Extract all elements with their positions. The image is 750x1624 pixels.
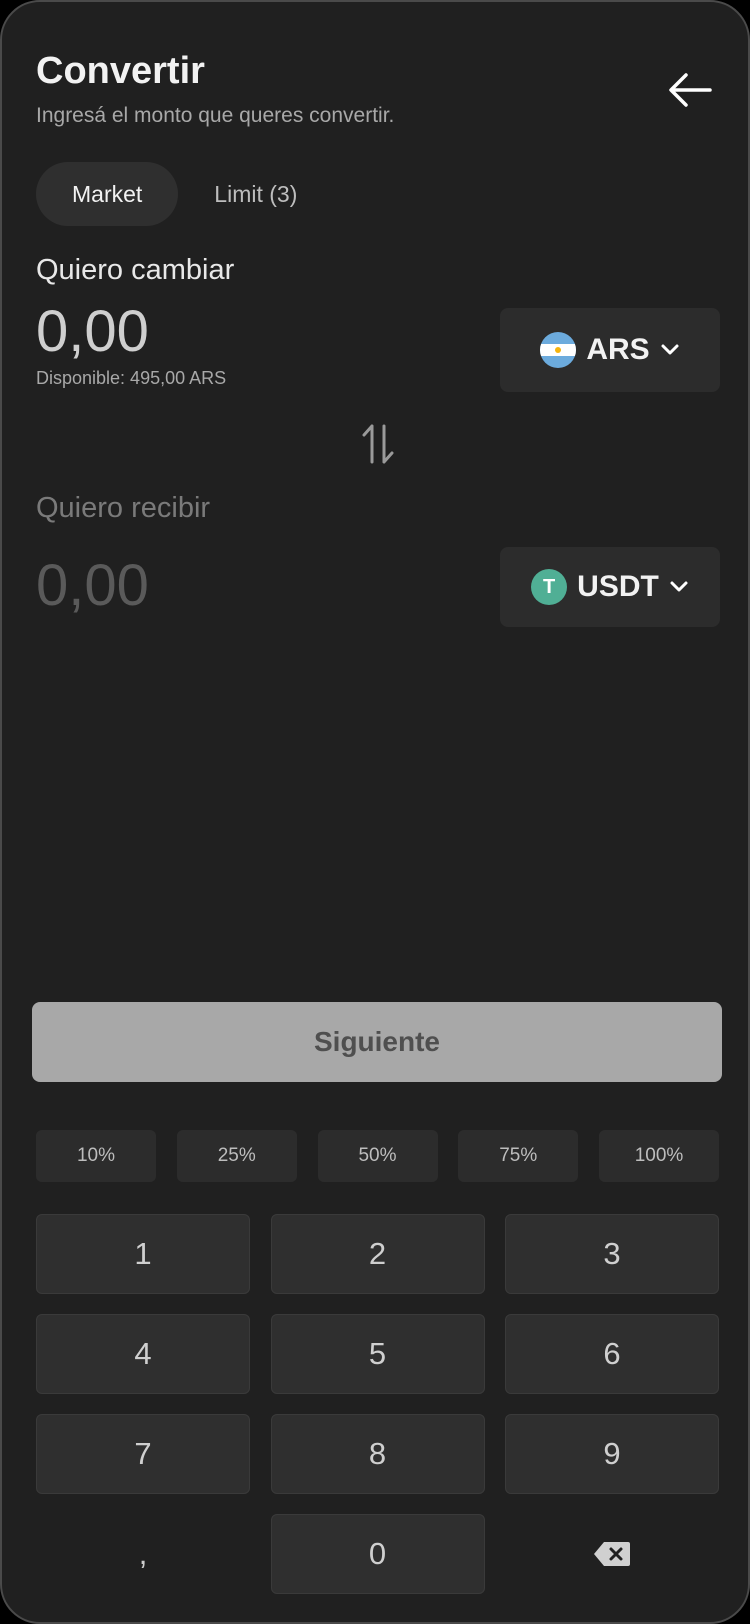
send-amount-input[interactable]: 0,00	[36, 298, 149, 365]
tab-market[interactable]: Market	[36, 162, 179, 226]
chevron-down-icon	[670, 581, 688, 592]
send-currency-code: ARS	[586, 333, 650, 366]
swap-vertical-icon	[362, 424, 394, 464]
key-1[interactable]: 1	[36, 1214, 250, 1294]
key-4[interactable]: 4	[36, 1314, 250, 1394]
percent-50-button[interactable]: 50%	[317, 1130, 438, 1182]
receive-amount-input[interactable]: 0,00	[36, 552, 149, 619]
back-button[interactable]	[662, 62, 718, 118]
percent-75-button[interactable]: 75%	[458, 1130, 579, 1182]
key-9[interactable]: 9	[505, 1414, 719, 1494]
tab-limit[interactable]: Limit (3)	[178, 162, 333, 226]
argentina-flag-icon	[540, 332, 577, 368]
available-balance: Disponible: 495,00 ARS	[36, 368, 227, 388]
arrow-left-icon	[669, 73, 712, 107]
backspace-button[interactable]	[505, 1514, 719, 1594]
receive-currency-selector[interactable]: T USDT	[500, 547, 720, 627]
receive-label: Quiero recibir	[36, 492, 211, 524]
send-currency-selector[interactable]: ARS	[500, 308, 720, 392]
swap-button[interactable]	[360, 420, 396, 468]
percent-100-button[interactable]: 100%	[599, 1130, 719, 1182]
backspace-icon	[594, 1542, 630, 1566]
numeric-keypad: 1 2 3 4 5 6 7 8 9 , 0	[36, 1214, 719, 1614]
page-subtitle: Ingresá el monto que queres convertir.	[36, 104, 395, 127]
order-type-tabs: Market Limit (3)	[36, 162, 333, 226]
key-decimal[interactable]: ,	[36, 1514, 250, 1594]
key-5[interactable]: 5	[270, 1314, 485, 1394]
convert-screen: Convertir Ingresá el monto que queres co…	[0, 0, 750, 1624]
key-6[interactable]: 6	[505, 1314, 719, 1394]
next-button[interactable]: Siguiente	[32, 1002, 722, 1082]
chevron-down-icon	[661, 344, 679, 355]
key-0[interactable]: 0	[270, 1514, 485, 1594]
percent-10-button[interactable]: 10%	[36, 1130, 156, 1182]
page-title: Convertir	[36, 50, 205, 92]
percent-buttons: 10% 25% 50% 75% 100%	[36, 1130, 719, 1182]
send-label: Quiero cambiar	[36, 254, 235, 286]
key-2[interactable]: 2	[270, 1214, 485, 1294]
tether-icon: T	[531, 569, 568, 605]
key-3[interactable]: 3	[505, 1214, 719, 1294]
key-7[interactable]: 7	[36, 1414, 250, 1494]
percent-25-button[interactable]: 25%	[176, 1130, 297, 1182]
key-8[interactable]: 8	[270, 1414, 485, 1494]
receive-currency-code: USDT	[577, 570, 659, 603]
